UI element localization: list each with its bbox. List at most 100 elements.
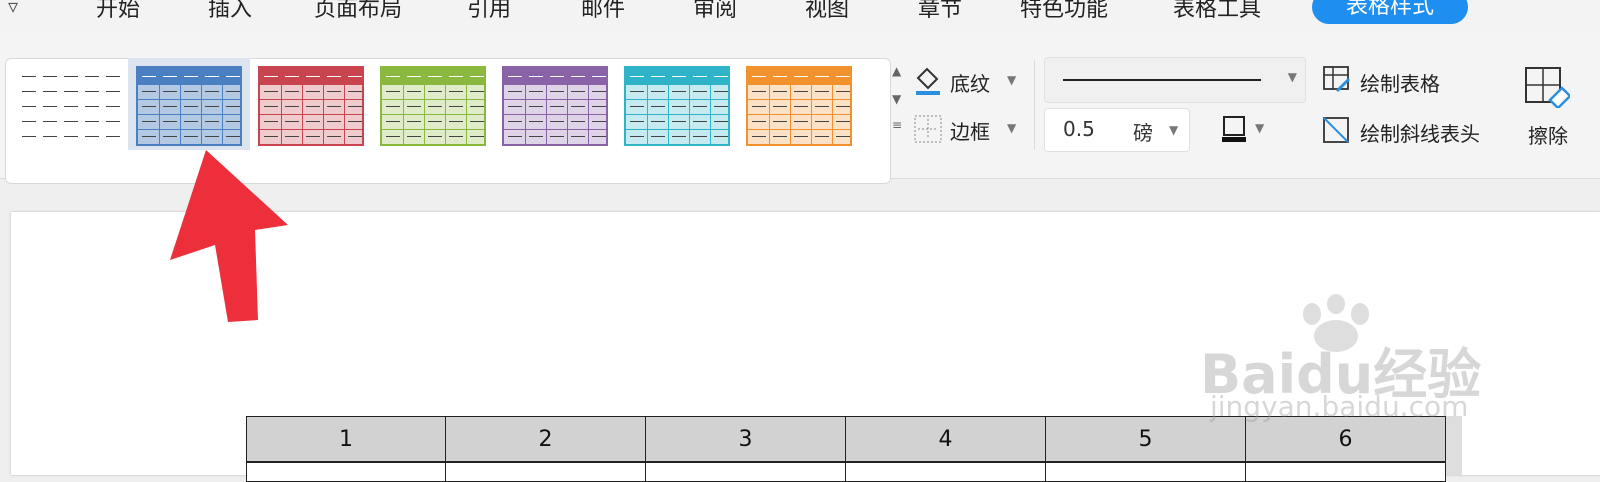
table-style-purple[interactable] xyxy=(502,66,608,146)
tab-table-tools[interactable]: 表格工具 xyxy=(1173,0,1261,23)
tab-table-style[interactable]: 表格样式 xyxy=(1312,0,1468,24)
preview-dash xyxy=(672,106,686,107)
draw-table-icon[interactable] xyxy=(1322,65,1352,95)
preview-col-line xyxy=(769,68,770,144)
preview-dash xyxy=(386,91,400,92)
preview-dash xyxy=(714,76,728,77)
preview-dash xyxy=(386,121,400,122)
preview-dash xyxy=(592,136,606,137)
preview-col-line xyxy=(222,68,223,144)
preview-dash xyxy=(43,121,57,122)
table-cell[interactable] xyxy=(1045,462,1246,482)
table-header-cell[interactable]: 3 xyxy=(645,416,846,462)
preview-dash xyxy=(836,91,850,92)
table-cell[interactable] xyxy=(645,462,846,482)
line-width-value: 0.5 xyxy=(1063,117,1095,141)
preview-dash xyxy=(529,121,543,122)
document-table[interactable]: 1 2 3 4 5 6 xyxy=(246,416,1446,482)
preview-col-line xyxy=(689,68,690,144)
chevron-down-icon[interactable]: ▼ xyxy=(1169,123,1178,137)
preview-dash xyxy=(550,106,564,107)
preview-dash xyxy=(348,76,362,77)
preview-dash xyxy=(630,121,644,122)
tab-home[interactable]: 开始 xyxy=(96,0,140,23)
table-cell[interactable] xyxy=(246,462,446,482)
preview-dash xyxy=(714,91,728,92)
preview-dash xyxy=(407,121,421,122)
border-icon[interactable] xyxy=(914,115,942,143)
preview-dash xyxy=(714,106,728,107)
preview-dash xyxy=(449,121,463,122)
preview-dash xyxy=(64,136,78,137)
table-style-red[interactable] xyxy=(258,66,364,146)
menu-collapse-icon[interactable]: ▿ xyxy=(8,0,18,18)
border-color-icon[interactable] xyxy=(1220,114,1248,144)
preview-dash xyxy=(285,121,299,122)
preview-dash xyxy=(693,76,707,77)
tab-view[interactable]: 视图 xyxy=(805,0,849,23)
eraser-icon[interactable] xyxy=(1524,66,1570,108)
preview-row-line xyxy=(382,114,484,115)
preview-dash xyxy=(142,106,156,107)
table-style-teal[interactable] xyxy=(624,66,730,146)
table-style-blue[interactable] xyxy=(128,58,250,150)
shading-dropdown-icon[interactable]: ▼ xyxy=(1007,73,1016,87)
table-header-cell[interactable]: 4 xyxy=(845,416,1046,462)
table-style-orange[interactable] xyxy=(746,66,852,146)
preview-row-line xyxy=(260,84,362,85)
preview-dash xyxy=(386,106,400,107)
shading-button[interactable]: 底纹 xyxy=(950,68,990,97)
erase-button[interactable]: 擦除 xyxy=(1528,120,1568,149)
preview-dash xyxy=(184,76,198,77)
table-style-green[interactable] xyxy=(380,66,486,146)
tab-insert[interactable]: 插入 xyxy=(208,0,252,23)
preview-dash xyxy=(815,76,829,77)
table-header-cell[interactable]: 1 xyxy=(246,416,446,462)
tab-special-features[interactable]: 特色功能 xyxy=(1020,0,1108,23)
border-dropdown-icon[interactable]: ▼ xyxy=(1007,121,1016,135)
border-button[interactable]: 边框 xyxy=(950,116,990,145)
tab-mailings[interactable]: 邮件 xyxy=(581,0,625,23)
preview-dash xyxy=(407,106,421,107)
preview-dash xyxy=(794,121,808,122)
preview-dash xyxy=(449,91,463,92)
preview-dash xyxy=(470,76,484,77)
table-edge-handle[interactable] xyxy=(1446,416,1462,475)
preview-dash xyxy=(592,91,606,92)
preview-dash xyxy=(508,136,522,137)
scroll-down-icon[interactable]: ▼ xyxy=(892,92,901,106)
preview-dash xyxy=(142,121,156,122)
preview-dash xyxy=(470,121,484,122)
scroll-up-icon[interactable]: ▲ xyxy=(892,64,901,78)
line-width-select[interactable]: 0.5 磅 ▼ xyxy=(1044,108,1190,152)
tab-page-layout[interactable]: 页面布局 xyxy=(314,0,402,23)
preview-dash xyxy=(163,106,177,107)
line-style-select[interactable]: ▼ xyxy=(1044,57,1306,103)
preview-dash xyxy=(85,91,99,92)
tab-review[interactable]: 审阅 xyxy=(693,0,737,23)
preview-dash xyxy=(752,91,766,92)
chevron-down-icon[interactable]: ▼ xyxy=(1288,70,1297,84)
preview-row-line xyxy=(138,84,240,85)
preview-dash xyxy=(205,106,219,107)
preview-col-line xyxy=(567,68,568,144)
diagonal-header-icon[interactable] xyxy=(1322,116,1350,144)
table-header-cell[interactable]: 2 xyxy=(445,416,646,462)
preview-col-line xyxy=(159,68,160,144)
gallery-expand-icon[interactable]: ≡ xyxy=(892,118,902,132)
border-color-dropdown-icon[interactable]: ▼ xyxy=(1255,121,1264,135)
tab-references[interactable]: 引用 xyxy=(467,0,511,23)
tab-sections[interactable]: 章节 xyxy=(918,0,962,23)
preview-dash xyxy=(449,136,463,137)
paint-bucket-icon[interactable] xyxy=(912,64,944,96)
draw-table-button[interactable]: 绘制表格 xyxy=(1360,68,1440,97)
preview-dash xyxy=(285,136,299,137)
table-cell[interactable] xyxy=(845,462,1046,482)
table-cell[interactable] xyxy=(1245,462,1446,482)
preview-dash xyxy=(142,136,156,137)
preview-dash xyxy=(592,106,606,107)
table-cell[interactable] xyxy=(445,462,646,482)
draw-diagonal-header-button[interactable]: 绘制斜线表头 xyxy=(1360,118,1480,147)
table-style-plain[interactable] xyxy=(16,66,122,146)
preview-dash xyxy=(571,91,585,92)
